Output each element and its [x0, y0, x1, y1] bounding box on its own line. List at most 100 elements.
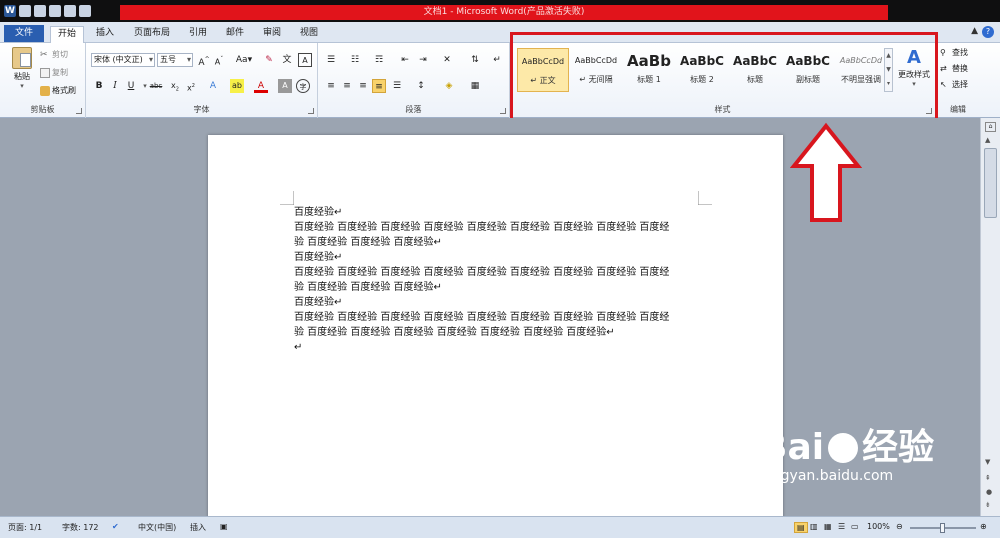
scroll-down-arrow-icon[interactable]: ▼	[985, 458, 990, 466]
cursor-icon: ↖	[940, 79, 947, 89]
vertical-scrollbar[interactable]: ⌂ ▲ ▼ ⇞ ● ⇟	[980, 118, 1000, 516]
tab-home[interactable]: 开始	[50, 26, 84, 43]
save-icon[interactable]	[19, 5, 31, 17]
clear-format-icon[interactable]: ✎	[262, 53, 276, 67]
bold-icon[interactable]: B	[92, 79, 106, 93]
highlight-icon[interactable]: ab	[230, 79, 244, 93]
subscript-icon[interactable]: x2	[168, 79, 182, 93]
shading-icon[interactable]: ◈	[442, 79, 456, 93]
grow-font-icon[interactable]: A^	[197, 53, 211, 68]
minimize-ribbon-icon[interactable]: ▲	[971, 26, 978, 38]
document-body[interactable]: 百度经验↵ 百度经验 百度经验 百度经验 百度经验 百度经验 百度经验 百度经验…	[294, 205, 696, 355]
draft-view-icon[interactable]: ▭	[851, 522, 859, 531]
document-page[interactable]: 百度经验↵ 百度经验 百度经验 百度经验 百度经验 百度经验 百度经验 百度经验…	[208, 135, 783, 525]
language-indicator[interactable]: 中文(中国)	[138, 522, 176, 533]
watermark-brand: Bai	[760, 427, 825, 468]
zoom-slider-thumb[interactable]	[940, 523, 945, 533]
tab-mailings[interactable]: 邮件	[220, 26, 250, 43]
scroll-up-arrow-icon[interactable]: ▲	[985, 136, 990, 144]
doc-line: 百度经验↵	[294, 207, 343, 218]
scrollbar-thumb[interactable]	[984, 148, 997, 218]
font-launcher-icon[interactable]	[308, 108, 314, 114]
copy-button[interactable]: 复制	[40, 67, 68, 78]
ruler-toggle-icon[interactable]: ⌂	[985, 122, 996, 132]
show-marks-icon[interactable]: ↵	[490, 53, 504, 67]
distributed-icon[interactable]: ☰	[390, 79, 404, 93]
change-case-icon[interactable]: Aa▾	[234, 53, 254, 67]
tab-references[interactable]: 引用	[183, 26, 213, 43]
align-right-icon[interactable]: ≡	[356, 79, 370, 93]
paste-button[interactable]: 粘贴 ▾	[8, 47, 36, 90]
macro-record-icon[interactable]: ▣	[220, 522, 228, 531]
zoom-in-icon[interactable]: ⊕	[980, 522, 987, 531]
full-screen-view-icon[interactable]: ▥	[810, 522, 818, 531]
tab-insert[interactable]: 插入	[90, 26, 120, 43]
cut-button[interactable]: ✂ 剪切	[40, 49, 68, 60]
select-label: 选择	[952, 80, 968, 89]
proofing-icon[interactable]: ✔	[112, 522, 119, 531]
replace-button[interactable]: ⇄ 替换	[940, 63, 968, 74]
char-shading-icon[interactable]: A	[278, 79, 292, 93]
qat-customize-icon[interactable]	[79, 5, 91, 17]
find-button[interactable]: ⚲ 查找	[940, 47, 968, 58]
multilevel-list-icon[interactable]: ☶	[372, 53, 386, 67]
tab-file[interactable]: 文件	[4, 25, 44, 42]
paintbrush-icon	[40, 85, 50, 96]
zoom-level[interactable]: 100%	[867, 522, 890, 531]
decrease-indent-icon[interactable]: ⇤	[398, 53, 412, 67]
phonetic-guide-icon[interactable]: 文	[280, 53, 294, 67]
align-center-icon[interactable]: ≡	[340, 79, 354, 93]
borders-icon[interactable]: ▦	[468, 79, 482, 93]
italic-icon[interactable]: I	[108, 79, 122, 93]
print-preview-icon[interactable]	[64, 5, 76, 17]
status-bar: 页面: 1/1 字数: 172 ✔ 中文(中国) 插入 ▣ ▤ ▥ ▦ ☰ ▭ …	[0, 516, 1000, 538]
format-painter-button[interactable]: 格式刷	[40, 85, 76, 96]
styles-highlight-box	[510, 32, 938, 123]
help-icon[interactable]: ?	[982, 26, 994, 38]
copy-icon	[40, 67, 50, 78]
doc-line: ↵	[294, 342, 303, 353]
select-browse-object-icon[interactable]: ●	[986, 488, 992, 496]
zoom-slider[interactable]	[910, 523, 976, 533]
baidu-watermark: Bai 经验 jingyan.baidu.com	[760, 427, 934, 485]
enclose-char-icon[interactable]: 字	[296, 79, 310, 93]
font-size-combo[interactable]: 五号	[157, 53, 193, 67]
font-name-combo[interactable]: 宋体 (中文正)	[91, 53, 155, 67]
tab-page-layout[interactable]: 页面布局	[128, 26, 176, 43]
char-border-icon[interactable]: A	[298, 53, 312, 67]
increase-indent-icon[interactable]: ⇥	[416, 53, 430, 67]
superscript-icon[interactable]: x2	[184, 79, 198, 93]
doc-line: 验 百度经验 百度经验 百度经验↵	[294, 282, 442, 293]
next-page-icon[interactable]: ⇟	[985, 501, 991, 509]
redo-icon[interactable]	[49, 5, 61, 17]
outline-view-icon[interactable]: ☰	[838, 522, 845, 531]
underline-icon[interactable]: U	[124, 79, 138, 93]
text-effects-icon[interactable]: A	[206, 79, 220, 93]
bullets-icon[interactable]: ☰	[324, 53, 338, 67]
tab-review[interactable]: 审阅	[257, 26, 287, 43]
strikethrough-icon[interactable]: abc	[148, 79, 164, 93]
insert-mode[interactable]: 插入	[190, 522, 206, 533]
numbering-icon[interactable]: ☷	[348, 53, 362, 67]
select-button[interactable]: ↖ 选择	[940, 79, 968, 90]
word-app-icon[interactable]: W	[4, 5, 16, 17]
zoom-out-icon[interactable]: ⊖	[896, 522, 903, 531]
align-left-icon[interactable]: ≡	[324, 79, 338, 93]
word-count[interactable]: 字数: 172	[62, 522, 99, 533]
prev-page-icon[interactable]: ⇞	[985, 474, 991, 482]
tab-view[interactable]: 视图	[294, 26, 324, 43]
shrink-font-icon[interactable]: Aˇ	[212, 53, 226, 67]
web-layout-view-icon[interactable]: ▦	[824, 522, 832, 531]
clipboard-launcher-icon[interactable]	[76, 108, 82, 114]
sort-icon[interactable]: ⇅	[468, 53, 482, 67]
print-layout-view-icon[interactable]: ▤	[794, 522, 808, 533]
justify-icon[interactable]: ≡	[372, 79, 386, 93]
font-color-icon[interactable]: A	[254, 79, 268, 93]
page-indicator[interactable]: 页面: 1/1	[8, 522, 42, 533]
chinese-layout-icon[interactable]: ✕	[440, 53, 454, 67]
undo-icon[interactable]	[34, 5, 46, 17]
paragraph-launcher-icon[interactable]	[500, 108, 506, 114]
red-up-arrow-icon	[790, 122, 862, 222]
line-spacing-icon[interactable]: ↕	[414, 79, 428, 93]
doc-line: 百度经验 百度经验 百度经验 百度经验 百度经验 百度经验 百度经验 百度经验 …	[294, 312, 670, 323]
